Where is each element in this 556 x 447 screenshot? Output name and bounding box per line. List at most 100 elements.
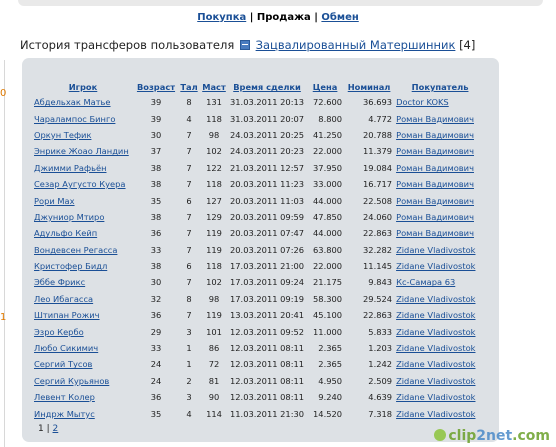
user-link[interactable]: Зацвалированный Матершинник xyxy=(256,38,456,52)
player-name-link[interactable]: Адульфо Кейп xyxy=(34,228,97,238)
player-name-link[interactable]: Энрике Жоао Ландин xyxy=(34,146,129,156)
player-name-link[interactable]: Джуниор Мтиро xyxy=(34,212,104,222)
deal-nominal: 19.084 xyxy=(363,162,393,173)
player-age: 39 xyxy=(150,113,162,124)
table-row: Лео Ибагасса 32 8 98 17.03.2011 09:19 58.300 2… xyxy=(32,291,486,307)
player-name-link[interactable]: Кристофер Бидл xyxy=(34,261,107,271)
col-player[interactable]: Игрок xyxy=(32,80,134,94)
player-age: 38 xyxy=(150,261,162,272)
buyer-name-link[interactable]: Роман Вадимович xyxy=(396,212,474,222)
buyer-name-link[interactable]: Zidane Vladivostok xyxy=(396,409,475,419)
player-mastery: 119 xyxy=(206,228,222,239)
player-name-link[interactable]: Вондевсен Регасса xyxy=(34,245,117,255)
player-name-link[interactable]: Лео Ибагасса xyxy=(34,294,93,304)
buyer-name-link[interactable]: Zidane Vladivostok xyxy=(396,359,475,369)
buyer-name-link[interactable]: Роман Вадимович xyxy=(396,228,474,238)
player-age: 36 xyxy=(150,310,162,321)
player-name-link[interactable]: Левент Колер xyxy=(34,392,95,402)
player-name-link[interactable]: Абдельхак Матье xyxy=(34,97,111,107)
tab-sell: Продажа xyxy=(256,12,311,23)
deal-price: 21.175 xyxy=(313,277,343,288)
buyer-name-link[interactable]: Zidane Vladivostok xyxy=(396,294,475,304)
player-cell: Сезар Аугусто Куера xyxy=(32,176,134,192)
page-2-link[interactable]: 2 xyxy=(53,424,59,434)
buyer-name-link[interactable]: Роман Вадимович xyxy=(396,146,474,156)
player-mastery: 102 xyxy=(206,146,222,157)
buyer-name-link[interactable]: Zidane Vladivostok xyxy=(396,245,475,255)
player-mastery: 122 xyxy=(206,162,222,173)
edge-mark: 0 xyxy=(0,88,7,99)
player-name-link[interactable]: Штипан Рожич xyxy=(34,310,100,320)
deal-price: 45.100 xyxy=(313,310,343,321)
watermark-text: .com xyxy=(512,428,550,444)
page-separator: | xyxy=(46,424,50,434)
buyer-name-link[interactable]: Zidane Vladivostok xyxy=(396,310,475,320)
buyer-name-link[interactable]: Роман Вадимович xyxy=(396,130,474,140)
table-row: Джимми Рафьён 38 7 122 21.03.2011 12:57 37.95… xyxy=(32,160,486,176)
watermark-text: clip xyxy=(448,428,477,444)
deal-nominal: 11.379 xyxy=(363,146,393,157)
deal-nominal: 2.509 xyxy=(368,375,393,386)
col-date[interactable]: Время сделки xyxy=(228,80,306,94)
player-name-link[interactable]: Рори Мах xyxy=(34,196,75,206)
player-talent: 4 xyxy=(186,408,192,419)
deal-nominal: 1.242 xyxy=(368,359,393,370)
player-name-link[interactable]: Сергий Курьянов xyxy=(34,376,109,386)
deal-nominal: 29.524 xyxy=(363,293,393,304)
table-row: Оркун Тефик 30 7 98 24.03.2011 20:25 41.250 20… xyxy=(32,127,486,143)
col-talent[interactable]: Тал xyxy=(178,80,200,94)
history-count: [4] xyxy=(459,38,476,52)
player-name-link[interactable]: Эзро Кербо xyxy=(34,327,84,337)
player-talent: 4 xyxy=(186,113,192,124)
player-name-link[interactable]: Эббе Фрикс xyxy=(34,277,85,287)
watermark-logo: clip2net.com xyxy=(434,428,550,444)
buyer-name-link[interactable]: Zidane Vladivostok xyxy=(396,392,475,402)
player-name-link[interactable]: Любо Сикимич xyxy=(34,343,98,353)
player-name-link[interactable]: Оркун Тефик xyxy=(34,130,91,140)
buyer-name-link[interactable]: Роман Вадимович xyxy=(396,114,474,124)
buyer-name-link[interactable]: Zidane Vladivostok xyxy=(396,327,475,337)
buyer-name-link[interactable]: Doctor KOKS xyxy=(396,97,449,107)
buyer-name-link[interactable]: Zidane Vladivostok xyxy=(396,261,475,271)
buyer-name-link[interactable]: Роман Вадимович xyxy=(396,163,474,173)
table-row: Сергий Тусов 24 1 72 12.03.2011 08:11 2.365 1.… xyxy=(32,356,486,372)
player-talent: 7 xyxy=(186,310,192,321)
deal-nominal: 22.863 xyxy=(363,310,393,321)
player-mastery: 129 xyxy=(206,211,222,222)
col-age[interactable]: Возраст xyxy=(134,80,178,94)
tab-exchange[interactable]: Обмен xyxy=(321,12,358,23)
player-age: 30 xyxy=(150,277,162,288)
table-row: Штипан Рожич 36 7 119 13.03.2011 20:41 45.100… xyxy=(32,307,486,323)
col-price[interactable]: Цена xyxy=(306,80,344,94)
player-name-link[interactable]: Чаралампос Бинго xyxy=(34,114,115,124)
player-age: 24 xyxy=(150,375,162,386)
buyer-name-link[interactable]: Роман Вадимович xyxy=(396,179,474,189)
buyer-name-link[interactable]: Zidane Vladivostok xyxy=(396,376,475,386)
deal-nominal: 32.282 xyxy=(363,244,393,255)
player-cell: Сергий Тусов xyxy=(32,356,134,372)
player-name-link[interactable]: Сергий Тусов xyxy=(34,359,92,369)
deal-nominal: 36.693 xyxy=(363,97,393,108)
deal-time: 12.03.2011 08:11 xyxy=(230,375,305,386)
col-mastery[interactable]: Маст xyxy=(200,80,228,94)
buyer-cell: Роман Вадимович xyxy=(394,192,486,208)
player-name-link[interactable]: Индрж Мытус xyxy=(34,409,95,419)
col-nominal[interactable]: Номинал xyxy=(344,80,394,94)
col-buyer[interactable]: Покупатель xyxy=(394,80,486,94)
buyer-name-link[interactable]: Роман Вадимович xyxy=(396,196,474,206)
player-mastery: 81 xyxy=(208,375,220,386)
buyer-name-link[interactable]: Zidane Vladivostok xyxy=(396,343,475,353)
player-cell: Эббе Фрикс xyxy=(32,274,134,290)
player-age: 29 xyxy=(150,326,162,337)
buyer-cell: Zidane Vladivostok xyxy=(394,340,486,356)
player-name-link[interactable]: Джимми Рафьён xyxy=(34,163,107,173)
player-age: 37 xyxy=(150,146,162,157)
tab-buy[interactable]: Покупка xyxy=(197,12,246,23)
buyer-cell: Роман Вадимович xyxy=(394,176,486,192)
deal-nominal: 24.060 xyxy=(363,211,393,222)
player-mastery: 98 xyxy=(208,293,220,304)
buyer-name-link[interactable]: Кс-Самара 63 xyxy=(396,277,455,287)
deal-time: 31.03.2011 20:07 xyxy=(230,113,305,124)
player-age: 38 xyxy=(150,179,162,190)
player-name-link[interactable]: Сезар Аугусто Куера xyxy=(34,179,126,189)
